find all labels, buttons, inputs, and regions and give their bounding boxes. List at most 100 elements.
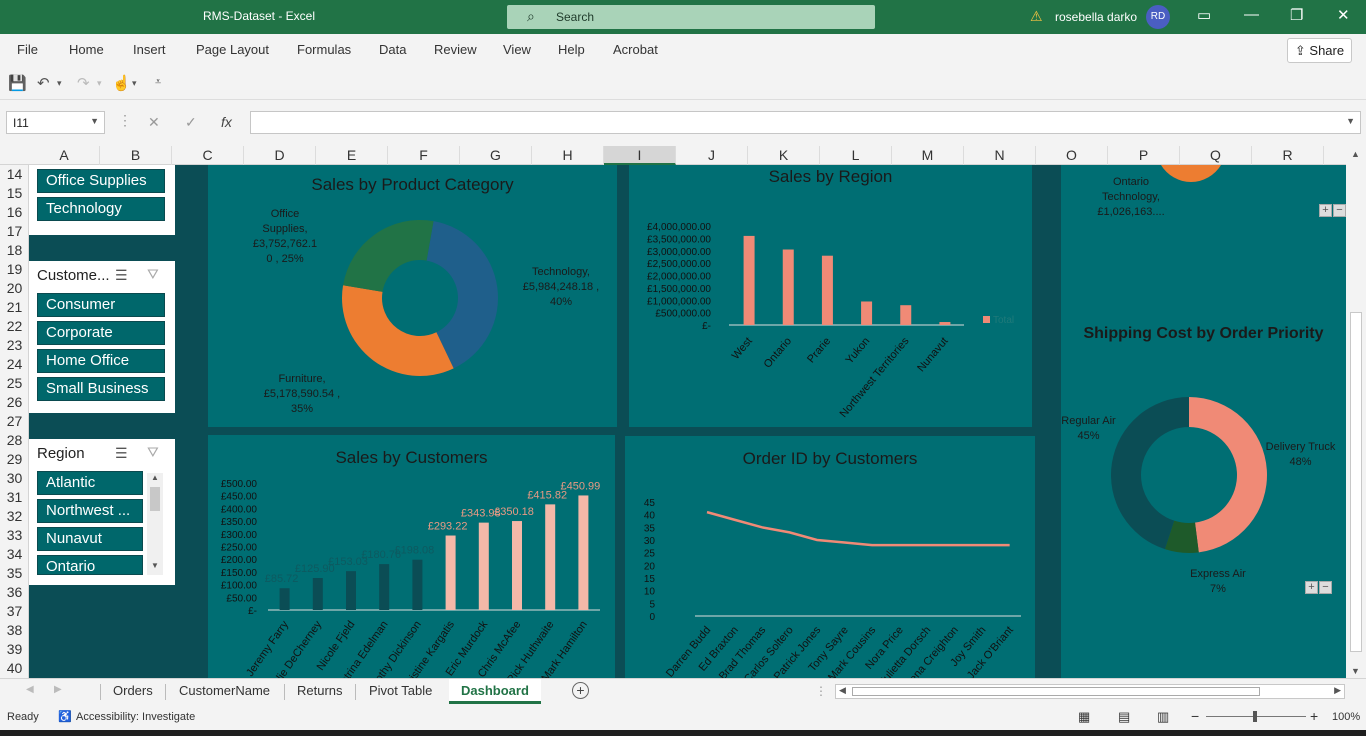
- row-header-14[interactable]: 14: [0, 165, 29, 184]
- row-header-33[interactable]: 33: [0, 526, 29, 545]
- column-header-h[interactable]: H: [532, 146, 604, 165]
- menu-help[interactable]: Help: [558, 42, 585, 57]
- row-header-40[interactable]: 40: [0, 659, 29, 678]
- scroll-thumb[interactable]: [1350, 312, 1362, 652]
- slicer-scroll-thumb[interactable]: [150, 487, 160, 511]
- column-header-p[interactable]: P: [1108, 146, 1180, 165]
- row-header-36[interactable]: 36: [0, 583, 29, 602]
- menu-review[interactable]: Review: [434, 42, 477, 57]
- touch-mode-icon[interactable]: ☝: [112, 74, 131, 92]
- slicer-item-consumer[interactable]: Consumer: [37, 293, 165, 317]
- menu-page-layout[interactable]: Page Layout: [196, 42, 269, 57]
- dashboard-grid[interactable]: Office Supplies Technology Custome... ☰ …: [29, 165, 1346, 678]
- normal-view-icon[interactable]: ▦: [1078, 709, 1090, 725]
- zoom-level[interactable]: 100%: [1332, 711, 1360, 723]
- restore-icon[interactable]: ❐: [1290, 6, 1303, 24]
- menu-file[interactable]: File: [17, 42, 38, 57]
- column-header-j[interactable]: J: [676, 146, 748, 165]
- row-header-18[interactable]: 18: [0, 241, 29, 260]
- add-sheet-icon[interactable]: +: [572, 682, 589, 699]
- column-header-f[interactable]: F: [388, 146, 460, 165]
- column-header-r[interactable]: R: [1252, 146, 1324, 165]
- column-header-n[interactable]: N: [964, 146, 1036, 165]
- row-header-23[interactable]: 23: [0, 336, 29, 355]
- scroll-up-icon[interactable]: ▲: [151, 473, 159, 482]
- enter-icon[interactable]: ✓: [185, 114, 197, 131]
- sales-by-region-chart[interactable]: Sales by Region £4,000,000.00 £3,500,000.…: [629, 165, 1032, 427]
- row-header-20[interactable]: 20: [0, 279, 29, 298]
- clear-filter-icon[interactable]: ⛛: [147, 266, 159, 283]
- row-header-30[interactable]: 30: [0, 469, 29, 488]
- slicer-item-nunavut[interactable]: Nunavut: [37, 527, 143, 551]
- page-layout-icon[interactable]: ▤: [1118, 709, 1130, 725]
- slicer-item-office-supplies[interactable]: Office Supplies: [37, 169, 165, 193]
- sales-by-customers-chart[interactable]: Sales by Customers £500.00 £450.00 £400.00…: [208, 435, 615, 678]
- row-header-35[interactable]: 35: [0, 564, 29, 583]
- zoom-out-icon[interactable]: −: [1191, 708, 1199, 724]
- column-header-q[interactable]: Q: [1180, 146, 1252, 165]
- menu-formulas[interactable]: Formulas: [297, 42, 351, 57]
- row-header-38[interactable]: 38: [0, 621, 29, 640]
- column-header-e[interactable]: E: [316, 146, 388, 165]
- row-header-26[interactable]: 26: [0, 393, 29, 412]
- save-icon[interactable]: 💾: [8, 74, 27, 92]
- undo-dropdown-icon[interactable]: ▾: [57, 78, 62, 89]
- page-break-icon[interactable]: ▥: [1157, 709, 1169, 725]
- expand-field-button[interactable]: +: [1305, 581, 1318, 594]
- redo-icon[interactable]: ↷: [77, 74, 90, 92]
- hscroll-thumb[interactable]: [852, 687, 1260, 696]
- row-header-19[interactable]: 19: [0, 260, 29, 279]
- next-sheet-icon[interactable]: ▶: [54, 684, 62, 695]
- undo-icon[interactable]: ↶: [37, 74, 50, 92]
- ribbon-display-icon[interactable]: ▭: [1197, 6, 1211, 24]
- column-header-c[interactable]: C: [172, 146, 244, 165]
- zoom-in-icon[interactable]: +: [1310, 708, 1318, 724]
- scroll-down-icon[interactable]: ▼: [1351, 666, 1360, 676]
- search-box[interactable]: ⌕ Search: [507, 5, 875, 29]
- minimize-icon[interactable]: —: [1244, 6, 1259, 23]
- sales-by-category-chart[interactable]: Sales by Product Category Office Supplies…: [208, 165, 617, 427]
- tab-dashboard[interactable]: Dashboard: [449, 679, 541, 704]
- row-header-21[interactable]: 21: [0, 298, 29, 317]
- cancel-icon[interactable]: ✕: [148, 114, 160, 131]
- share-button[interactable]: ⇪ Share: [1287, 38, 1352, 63]
- collapse-field-button[interactable]: −: [1319, 581, 1332, 594]
- scroll-down-icon[interactable]: ▼: [151, 561, 159, 570]
- clear-filter-icon[interactable]: ⛛: [147, 444, 159, 461]
- order-id-by-customers-chart[interactable]: Order ID by Customers 45 40 35 30 25 20 15 10 5 0…: [625, 436, 1035, 678]
- slicer-item-small-business[interactable]: Small Business: [37, 377, 165, 401]
- tab-pivot-table[interactable]: Pivot Table: [369, 683, 432, 698]
- slicer-item-atlantic[interactable]: Atlantic: [37, 471, 143, 495]
- formula-input[interactable]: ▼: [250, 111, 1361, 134]
- slicer-item-home-office[interactable]: Home Office: [37, 349, 165, 373]
- menu-home[interactable]: Home: [69, 42, 104, 57]
- row-header-31[interactable]: 31: [0, 488, 29, 507]
- column-header-b[interactable]: B: [100, 146, 172, 165]
- close-icon[interactable]: ✕: [1337, 6, 1350, 24]
- touch-dropdown-icon[interactable]: ▾: [132, 78, 137, 89]
- column-header-g[interactable]: G: [460, 146, 532, 165]
- row-header-25[interactable]: 25: [0, 374, 29, 393]
- tab-customername[interactable]: CustomerName: [179, 683, 270, 698]
- column-header-k[interactable]: K: [748, 146, 820, 165]
- slicer-item-northwest[interactable]: Northwest ...: [37, 499, 143, 523]
- multi-select-icon[interactable]: ☰: [115, 445, 128, 462]
- user-name[interactable]: rosebella darko: [1055, 10, 1137, 24]
- multi-select-icon[interactable]: ☰: [115, 267, 128, 284]
- slicer-scrollbar[interactable]: ▲ ▼: [147, 473, 163, 575]
- row-header-37[interactable]: 37: [0, 602, 29, 621]
- warning-icon[interactable]: ⚠: [1030, 8, 1043, 25]
- row-header-22[interactable]: 22: [0, 317, 29, 336]
- column-header-a[interactable]: A: [29, 146, 100, 165]
- column-header-i[interactable]: I: [604, 146, 676, 165]
- slicer-item-corporate[interactable]: Corporate: [37, 321, 165, 345]
- menu-acrobat[interactable]: Acrobat: [613, 42, 658, 57]
- accessibility-status[interactable]: Accessibility: Investigate: [76, 711, 195, 723]
- expand-formula-icon[interactable]: ▼: [1346, 116, 1355, 126]
- scroll-up-icon[interactable]: ▲: [1351, 149, 1360, 159]
- shipping-cost-chart[interactable]: Ontario Technology, £1,026,163.... + − Shi…: [1061, 165, 1346, 678]
- slicer-item-ontario[interactable]: Ontario: [37, 555, 143, 575]
- column-header-d[interactable]: D: [244, 146, 316, 165]
- row-header-16[interactable]: 16: [0, 203, 29, 222]
- row-header-24[interactable]: 24: [0, 355, 29, 374]
